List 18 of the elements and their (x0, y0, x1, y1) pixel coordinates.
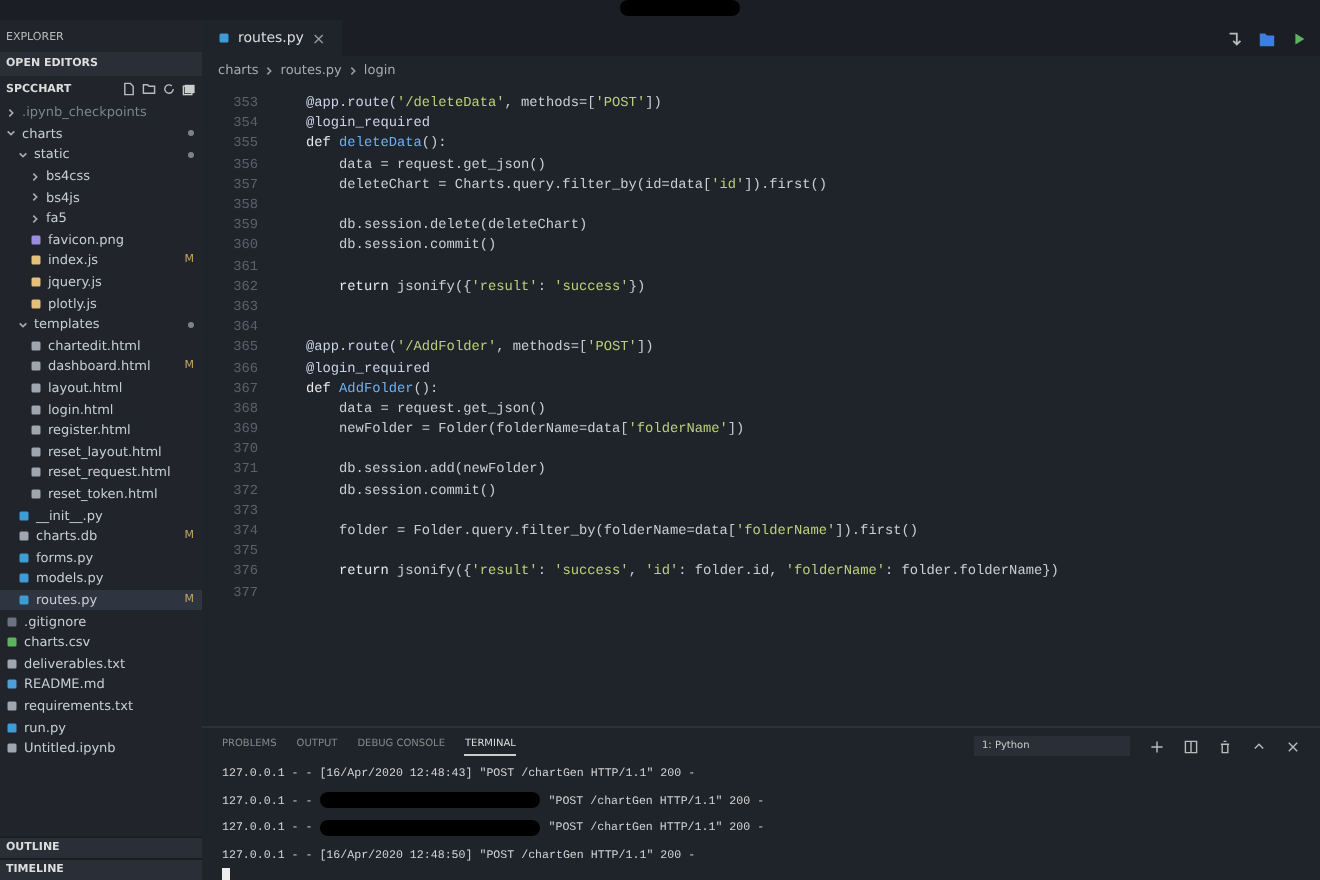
refresh-icon[interactable] (162, 82, 176, 96)
redaction-mark (620, 0, 740, 16)
folder-icon[interactable] (1258, 29, 1276, 47)
close-icon[interactable] (1286, 739, 1300, 753)
run-icon[interactable] (1290, 29, 1308, 47)
plus-icon[interactable] (1150, 739, 1164, 753)
file-icon (218, 32, 230, 44)
close-button[interactable]: × (311, 29, 326, 47)
trash-icon[interactable] (1218, 739, 1232, 753)
compare-icon[interactable] (1226, 29, 1244, 47)
chevron-icon (264, 65, 275, 75)
collapse-icon[interactable] (182, 82, 196, 96)
new-file-icon[interactable] (122, 82, 136, 96)
split-icon[interactable] (1184, 739, 1198, 753)
new-folder-icon[interactable] (142, 82, 156, 96)
chevron-icon (347, 65, 358, 75)
terminal-cursor (222, 868, 230, 880)
chevron-up-icon[interactable] (1252, 739, 1266, 753)
